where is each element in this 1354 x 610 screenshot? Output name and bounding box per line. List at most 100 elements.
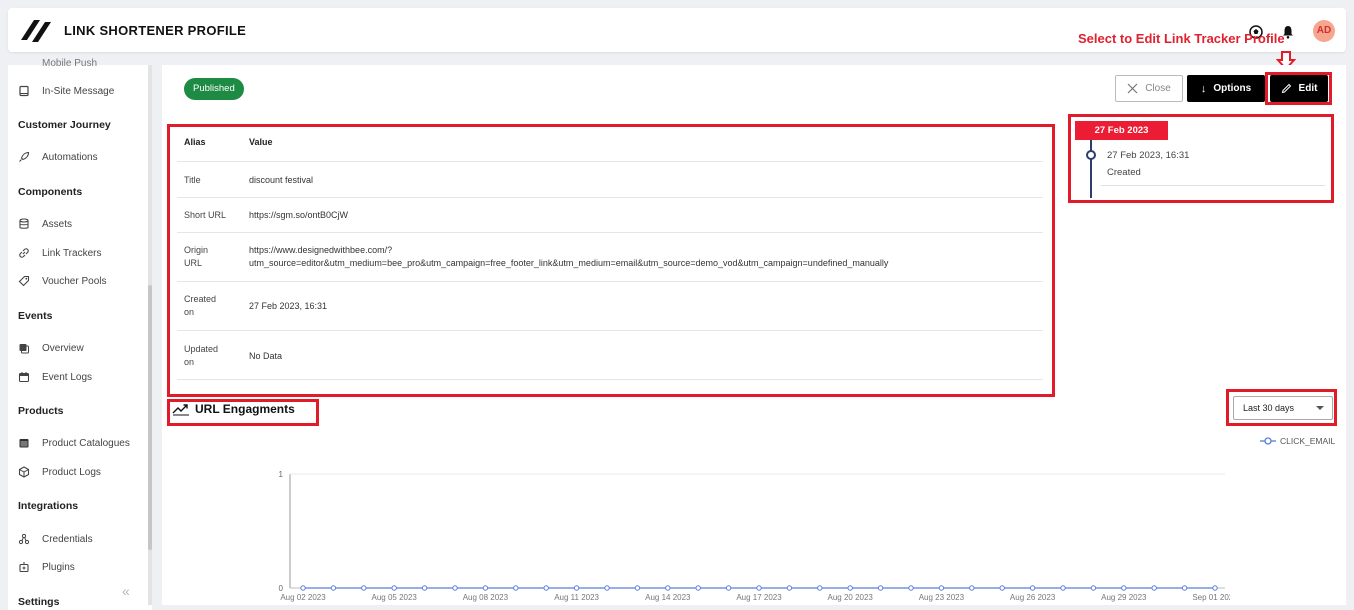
data-point <box>1181 585 1188 591</box>
data-point <box>756 585 762 591</box>
timeline-divider <box>1101 185 1325 186</box>
date-range-select[interactable]: Last 30 days <box>1233 396 1333 420</box>
data-point <box>421 585 428 591</box>
timeline-dot <box>1086 150 1096 160</box>
data-point <box>665 585 671 591</box>
chart-legend[interactable]: CLICK_EMAIL <box>1260 436 1335 446</box>
data-point <box>847 585 853 591</box>
sidebar-item-link-trackers[interactable]: Link Trackers <box>18 245 101 261</box>
data-point <box>543 585 549 591</box>
sidebar-item-product-catalogues[interactable]: Product Catalogues <box>18 435 130 451</box>
engagement-title: URL Engagments <box>195 402 295 416</box>
data-point <box>877 585 884 591</box>
options-button-label: Options <box>1213 83 1252 94</box>
sidebar-item-event-logs[interactable]: Event Logs <box>18 369 92 385</box>
sidebar-item-label: Plugins <box>42 561 75 573</box>
row-value-title: discount festival <box>249 175 314 185</box>
data-point <box>817 585 823 591</box>
timeline-line <box>1090 140 1092 198</box>
sidebar-item-voucher-pools[interactable]: Voucher Pools <box>18 273 107 289</box>
row-label-short-url: Short URL <box>184 210 227 220</box>
row-label-title: Title <box>184 175 201 185</box>
sidebar-item-assets[interactable]: Assets <box>18 216 72 232</box>
credentials-icon <box>18 533 30 545</box>
data-point <box>1121 585 1127 591</box>
sidebar-item-label: Product Catalogues <box>42 437 130 449</box>
trending-up-icon <box>172 404 189 416</box>
sidebar-item-credentials[interactable]: Credentials <box>18 531 93 547</box>
avatar[interactable]: AD <box>1313 20 1335 42</box>
x-tick-label: Aug 29 2023 <box>1101 593 1147 602</box>
data-point <box>604 585 610 591</box>
message-icon <box>19 85 29 97</box>
sidebar-item-label: Event Logs <box>42 371 93 383</box>
sidebar-section-products: Products <box>18 405 64 417</box>
timeline-entry-time: 27 Feb 2023, 16:31 <box>1107 150 1190 161</box>
column-header-value: Value <box>249 137 273 147</box>
close-button[interactable]: Close <box>1115 75 1183 102</box>
sidebar-item-in-site-message[interactable]: In-Site Message <box>18 83 114 99</box>
catalogue-icon <box>19 439 29 448</box>
sidebar-item-mobile-push[interactable]: Mobile Push <box>18 55 97 71</box>
annotation-label: Select to Edit Link Tracker Profile <box>1078 31 1285 46</box>
x-tick-label: Aug 20 2023 <box>828 593 874 602</box>
engagement-chart: 0 1 Aug 02 2023 Aug 05 2023 Aug 08 2023 Aug 1… <box>279 470 1230 602</box>
sidebar-item-plugins[interactable]: Plugins <box>18 559 75 575</box>
row-value-short-url[interactable]: https://sgm.so/ontB0CjW <box>249 209 348 222</box>
x-tick-label: Aug 11 2023 <box>554 593 599 602</box>
sidebar-item-label: Product Logs <box>42 466 101 478</box>
calendar-icon <box>18 372 30 383</box>
link-icon <box>19 248 29 258</box>
status-badge: Published <box>184 78 244 100</box>
row-value-created-on: 27 Feb 2023, 16:31 <box>249 301 328 311</box>
data-point <box>391 585 397 591</box>
legend-series-label: CLICK_EMAIL <box>1280 436 1336 446</box>
data-point <box>999 585 1005 591</box>
y-tick-label: 0 <box>279 584 284 593</box>
timeline-date-badge: 27 Feb 2023 <box>1075 121 1168 140</box>
table-row: Title discount festival <box>177 162 1043 198</box>
data-point <box>482 585 489 591</box>
sidebar-item-label: Credentials <box>42 533 93 545</box>
row-value-origin-url[interactable]: https://www.designedwithbee.com/? utm_so… <box>249 244 888 270</box>
data-point <box>1090 585 1097 591</box>
caret-down-icon <box>1316 406 1324 410</box>
x-tick-label: Aug 05 2023 <box>372 593 418 602</box>
sidebar-item-label: Overview <box>42 342 84 354</box>
x-tick-label: Aug 23 2023 <box>919 593 965 602</box>
sidebar-item-overview[interactable]: Overview <box>18 340 84 356</box>
sidebar-collapse-button[interactable]: « <box>122 583 130 599</box>
options-button[interactable]: ↓ Options <box>1187 75 1265 102</box>
sidebar-item-label: In-Site Message <box>42 85 115 97</box>
sidebar-item-automations[interactable]: Automations <box>18 149 98 165</box>
overview-icon <box>19 344 29 354</box>
row-label-created-on: Created on <box>184 294 217 317</box>
date-range-selected-value: Last 30 days <box>1243 403 1295 413</box>
data-point <box>573 585 580 591</box>
legend-line-marker-icon <box>1260 437 1276 445</box>
table-row: Created on 27 Feb 2023, 16:31 <box>177 282 1043 331</box>
data-point <box>330 585 337 591</box>
x-tick-label: Aug 14 2023 <box>645 593 691 602</box>
y-tick-label: 1 <box>279 470 284 479</box>
sidebar-section-settings: Settings <box>18 596 60 608</box>
data-point <box>634 585 641 591</box>
data-point <box>361 585 367 591</box>
table-row: Updated on No Data <box>177 331 1043 380</box>
data-point <box>786 585 793 591</box>
sidebar-item-label: Link Trackers <box>42 247 102 259</box>
sidebar-item-label: Automations <box>42 151 98 163</box>
sidebar-scrollbar-thumb[interactable] <box>148 285 152 550</box>
close-icon <box>1127 83 1138 94</box>
sidebar-item-product-logs[interactable]: Product Logs <box>18 464 101 480</box>
logo-icon[interactable] <box>18 16 52 46</box>
x-tick-label: Aug 02 2023 <box>280 593 326 602</box>
page-title: LINK SHORTENER PROFILE <box>64 23 247 38</box>
row-label-origin-url: Origin URL <box>184 245 209 268</box>
x-tick-label: Sep 01 2023 <box>1192 593 1230 602</box>
sidebar-section-events: Events <box>18 310 53 322</box>
data-point <box>1029 585 1036 591</box>
sidebar-section-integrations: Integrations <box>18 500 79 512</box>
timeline-entry-event: Created <box>1107 167 1141 178</box>
data-point <box>908 585 914 591</box>
